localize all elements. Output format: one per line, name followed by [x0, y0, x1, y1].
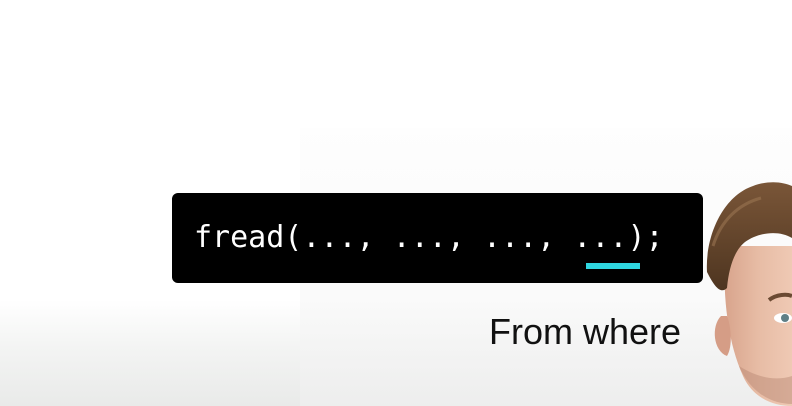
code-suffix: ); [627, 220, 664, 255]
code-prefix: fread(..., ..., ..., [194, 220, 574, 255]
caption-text: From where [489, 311, 682, 352]
highlight-underline [586, 263, 640, 269]
presenter-face-image [703, 176, 792, 406]
code-highlighted-argument: ... [573, 220, 628, 255]
code-snippet-box: fread(..., ..., ..., ...); [172, 193, 703, 283]
code-line: fread(..., ..., ..., ...); [194, 217, 664, 259]
